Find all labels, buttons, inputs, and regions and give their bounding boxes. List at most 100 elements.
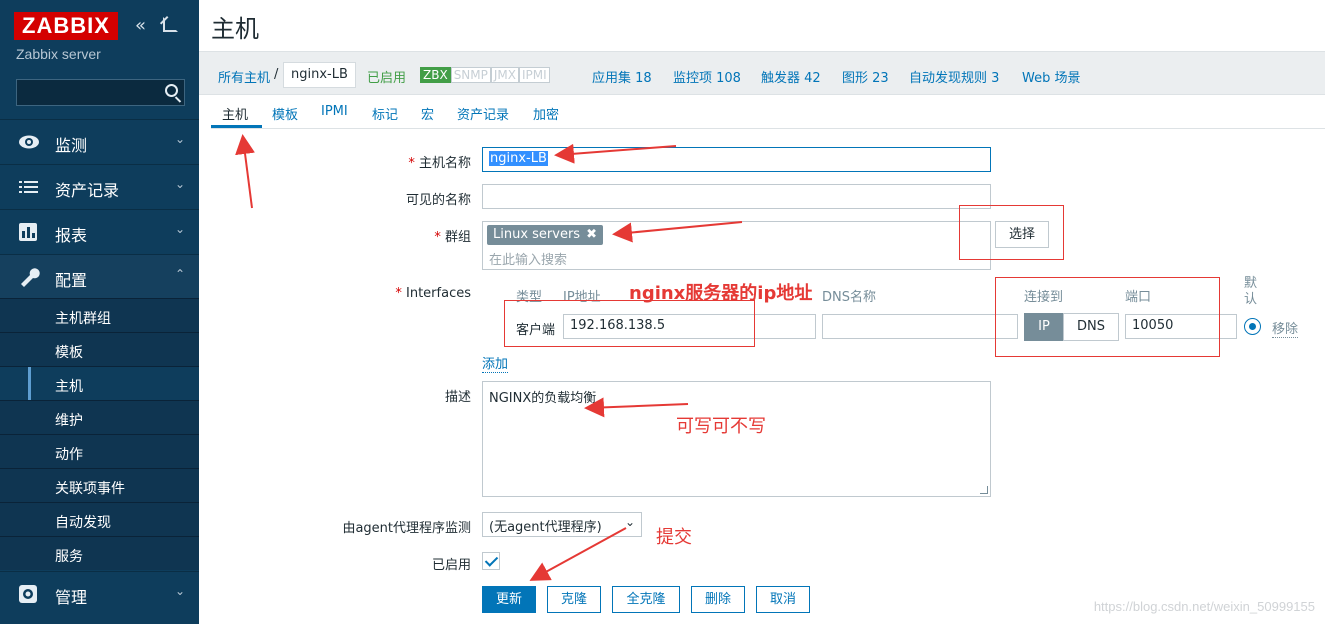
delete-button[interactable]: 删除: [691, 586, 745, 613]
menu-administration[interactable]: 管理 ⌄: [0, 571, 199, 615]
submenu-label: 模板: [55, 345, 83, 361]
host-name-input[interactable]: nginx-LB: [482, 147, 991, 172]
cancel-button[interactable]: 取消: [756, 586, 810, 613]
proxy-select-value: (无agent代理程序): [489, 520, 602, 535]
submenu-templates[interactable]: 模板: [0, 332, 199, 366]
enabled-checkbox[interactable]: [482, 552, 500, 570]
visible-name-label: 可见的名称: [405, 193, 471, 208]
ip-highlight-box: [504, 300, 755, 347]
submenu-label: 动作: [55, 447, 83, 463]
search-icon[interactable]: [165, 84, 178, 97]
discovery-rules-link[interactable]: 自动发现规则 3: [909, 67, 999, 86]
host-name-value: nginx-LB: [489, 151, 548, 166]
eye-icon: [19, 135, 39, 149]
submenu-actions[interactable]: 动作: [0, 434, 199, 468]
watermark: https://blog.csdn.net/weixin_50999155: [1093, 599, 1315, 614]
triggers-link[interactable]: 触发器 42: [761, 67, 821, 86]
tab-templates[interactable]: 模板: [272, 104, 298, 123]
description-annotation: 可写可不写: [676, 416, 766, 437]
snmp-badge: SNMP: [450, 67, 491, 83]
menu-label: 配置: [55, 271, 88, 290]
remove-tag-icon[interactable]: ✖: [586, 227, 597, 242]
submit-annotation: 提交: [656, 527, 692, 548]
jmx-badge: JMX: [490, 67, 519, 83]
items-link[interactable]: 监控项 108: [673, 67, 741, 86]
description-textarea[interactable]: NGINX的负载均衡: [482, 381, 991, 497]
submenu-label: 服务: [55, 549, 83, 565]
menu-monitoring[interactable]: 监测 ⌄: [0, 119, 199, 163]
tab-host[interactable]: 主机: [222, 104, 248, 123]
description-label: 描述: [444, 390, 471, 405]
add-interface-link[interactable]: 添加: [482, 353, 509, 373]
submenu-label: 自动发现: [55, 515, 111, 531]
col-default-header: 默认: [1244, 276, 1258, 307]
update-button[interactable]: 更新: [482, 586, 536, 613]
col-dns-header: DNS名称: [822, 290, 876, 305]
submenu-maintenance[interactable]: 维护: [0, 400, 199, 434]
web-scenarios-link[interactable]: Web 场景: [1022, 67, 1080, 86]
breadcrumb-separator: /: [274, 67, 279, 82]
group-tag-label: Linux servers: [493, 227, 581, 242]
chevron-down-icon: ⌄: [174, 584, 185, 598]
sidebar: ZABBIX « Zabbix server 监测 ⌄ 资产记录 ⌄ 报表 ⌄ …: [0, 0, 199, 624]
menu-inventory[interactable]: 资产记录 ⌄: [0, 164, 199, 208]
current-host-name: nginx-LB: [283, 62, 356, 88]
tabs-divider: [211, 128, 1325, 129]
groups-label: * 群组: [434, 230, 471, 245]
tab-inventory[interactable]: 资产记录: [457, 104, 509, 123]
host-status-enabled[interactable]: 已启用: [367, 67, 406, 86]
menu-label: 监测: [55, 136, 88, 155]
page-title: 主机: [211, 15, 259, 43]
chevron-up-icon: ⌃: [174, 267, 185, 281]
server-name: Zabbix server: [16, 46, 101, 62]
submenu-label: 关联项事件: [55, 481, 125, 497]
submenu-host-groups[interactable]: 主机群组: [0, 298, 199, 332]
proxy-select[interactable]: (无agent代理程序) ⌄: [482, 512, 642, 537]
port-highlight-box: [995, 277, 1220, 357]
submenu-event-correlation[interactable]: 关联项事件: [0, 468, 199, 502]
submenu-label: 主机群组: [55, 311, 111, 327]
clone-button[interactable]: 克隆: [547, 586, 601, 613]
zabbix-logo[interactable]: ZABBIX: [14, 12, 118, 40]
dns-name-input[interactable]: [822, 314, 1018, 339]
menu-configuration[interactable]: 配置 ⌃: [0, 254, 199, 298]
kiosk-mode-icon[interactable]: [163, 17, 178, 32]
host-name-label: * 主机名称: [408, 156, 471, 171]
menu-label: 管理: [55, 588, 88, 607]
bar-chart-icon: [19, 223, 37, 241]
sidebar-search-input[interactable]: [16, 79, 185, 106]
resize-handle-icon[interactable]: [980, 486, 988, 494]
submenu-hosts[interactable]: 主机: [0, 366, 199, 401]
menu-label: 报表: [55, 226, 88, 245]
tab-ipmi[interactable]: IPMI: [321, 104, 348, 119]
menu-reports[interactable]: 报表 ⌄: [0, 209, 199, 253]
submenu-discovery[interactable]: 自动发现: [0, 502, 199, 536]
tab-macros[interactable]: 宏: [421, 104, 434, 123]
ipmi-badge: IPMI: [519, 67, 550, 83]
zbx-badge: ZBX: [420, 67, 451, 83]
submenu-label: 维护: [55, 413, 83, 429]
graphs-link[interactable]: 图形 23: [842, 67, 889, 86]
select-button-highlight: [959, 205, 1064, 260]
tab-tags[interactable]: 标记: [372, 104, 398, 123]
wrench-icon: [21, 268, 40, 287]
remove-interface-link[interactable]: 移除: [1272, 318, 1299, 338]
submenu-label: 主机: [55, 379, 83, 395]
group-search-placeholder[interactable]: 在此输入搜索: [489, 249, 567, 268]
groups-multiselect[interactable]: Linux servers ✖ 在此输入搜索: [482, 221, 991, 270]
interfaces-label: * Interfaces: [395, 286, 471, 301]
applications-link[interactable]: 应用集 18: [592, 67, 652, 86]
chevron-down-icon: ⌄: [174, 177, 185, 191]
tab-encryption[interactable]: 加密: [533, 104, 559, 123]
full-clone-button[interactable]: 全克隆: [612, 586, 680, 613]
list-icon: [19, 181, 38, 193]
description-value: NGINX的负载均衡: [489, 391, 597, 406]
submenu-services[interactable]: 服务: [0, 536, 199, 570]
chevron-down-icon: ⌄: [174, 222, 185, 236]
enabled-label: 已启用: [431, 558, 471, 573]
proxy-label: 由agent代理程序监测: [342, 521, 471, 536]
visible-name-input[interactable]: [482, 184, 991, 209]
default-interface-radio[interactable]: [1244, 318, 1261, 335]
all-hosts-link[interactable]: 所有主机: [218, 67, 270, 86]
collapse-sidebar-icon[interactable]: «: [135, 16, 146, 36]
